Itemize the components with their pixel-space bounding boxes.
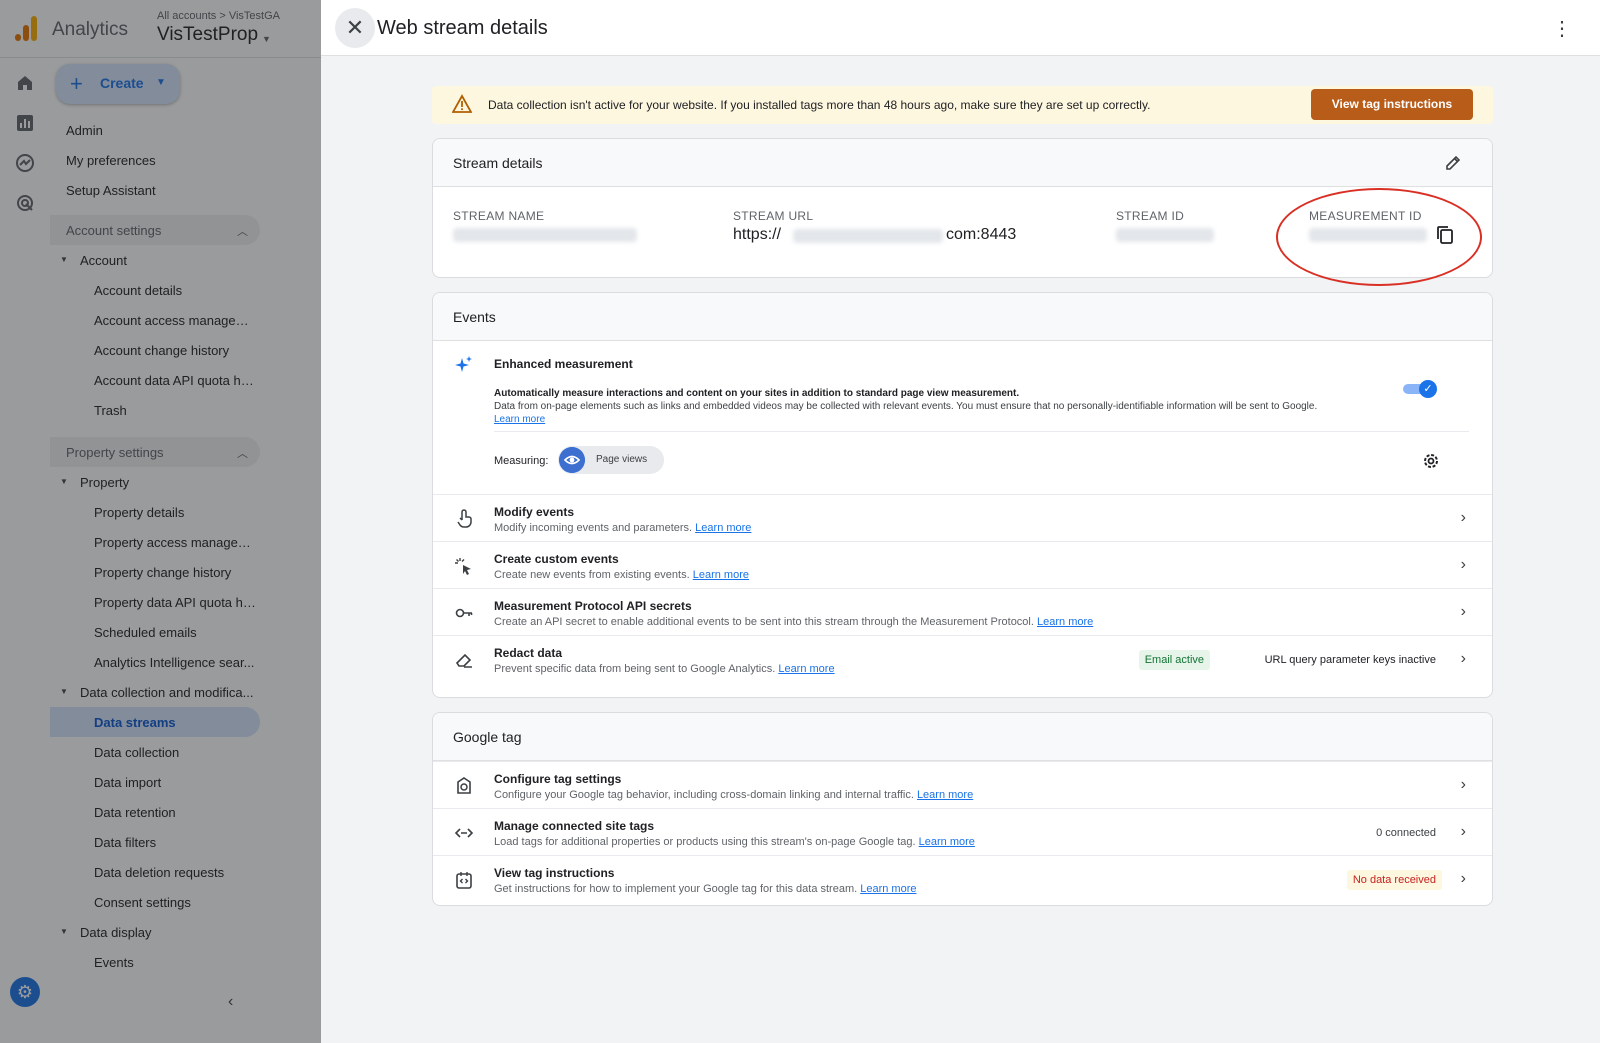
status-badge: Email active	[1138, 650, 1210, 670]
page-views-chip: Page views	[558, 446, 664, 474]
row-title: Measurement Protocol API secrets	[494, 599, 692, 613]
settings-row[interactable]: Manage connected site tags Load tags for …	[433, 808, 1492, 856]
enhanced-measurement-title: Enhanced measurement	[494, 357, 633, 371]
row-description: Create new events from existing events. …	[494, 569, 749, 581]
measuring-label: Measuring:	[494, 455, 549, 467]
row-title: Modify events	[494, 505, 575, 519]
measurement-id-highlight-circle	[1276, 188, 1482, 286]
learn-more-link[interactable]: Learn more	[917, 789, 973, 801]
eye-icon	[559, 447, 585, 473]
google-tag-card: Google tag Configure tag settings Configu…	[432, 712, 1493, 906]
settings-row[interactable]: View tag instructions Get instructions fo…	[433, 855, 1492, 903]
chevron-right-icon: ›	[1460, 823, 1466, 840]
row-description: Configure your Google tag behavior, incl…	[494, 789, 973, 801]
settings-row[interactable]: Measurement Protocol API secrets Create a…	[433, 588, 1492, 636]
drawer-title: Web stream details	[377, 17, 548, 39]
row-title: Redact data	[494, 646, 563, 660]
learn-more-link[interactable]: Learn more	[778, 663, 834, 675]
drawer-header: ✕ Web stream details ⋮	[321, 0, 1600, 56]
learn-more-link[interactable]: Learn more	[919, 836, 975, 848]
learn-more-link[interactable]: Learn more	[860, 883, 916, 895]
row-description-text: Create an API secret to enable additiona…	[494, 616, 1034, 628]
row-title: Create custom events	[494, 552, 619, 566]
events-header: Events	[433, 293, 1492, 341]
chevron-right-icon: ›	[1460, 650, 1466, 667]
learn-more-link[interactable]: Learn more	[693, 569, 749, 581]
row-description: Modify incoming events and parameters. L…	[494, 522, 751, 534]
chevron-right-icon: ›	[1460, 603, 1466, 620]
cursor-click-icon	[455, 558, 471, 575]
settings-row[interactable]: Configure tag settings Configure your Goo…	[433, 761, 1492, 809]
google-tag-header: Google tag	[433, 713, 1492, 761]
view-tag-instructions-button[interactable]: View tag instructions	[1311, 89, 1473, 120]
check-icon: ✓	[1419, 380, 1437, 398]
stream-name-label: STREAM NAME	[453, 209, 545, 223]
row-description-text: Create new events from existing events.	[494, 569, 690, 581]
stream-details-title: Stream details	[453, 155, 543, 171]
row-description: Get instructions for how to implement yo…	[494, 883, 917, 895]
row-description: Load tags for additional properties or p…	[494, 836, 975, 848]
chevron-right-icon: ›	[1460, 556, 1466, 573]
stream-url-label: STREAM URL	[733, 209, 814, 223]
row-title: View tag instructions	[494, 866, 615, 880]
row-description-text: Prevent specific data from being sent to…	[494, 663, 776, 675]
alert-message: Data collection isn't active for your we…	[488, 98, 1151, 112]
settings-row[interactable]: Modify events Modify incoming events and …	[433, 494, 1492, 542]
chevron-right-icon: ›	[1460, 509, 1466, 526]
chevron-right-icon: ›	[1460, 870, 1466, 887]
row-description-text: Get instructions for how to implement yo…	[494, 883, 858, 895]
web-stream-drawer: ✕ Web stream details ⋮ Data collection i…	[321, 0, 1600, 1043]
enhanced-measurement-toggle[interactable]: ✓	[1403, 380, 1437, 398]
row-description-text: Modify incoming events and parameters.	[494, 522, 693, 534]
stream-id-value-redacted	[1116, 228, 1214, 242]
sparkle-icon	[455, 356, 472, 372]
page-views-label: Page views	[596, 454, 648, 465]
divider	[494, 431, 1469, 432]
row-description-text: Load tags for additional properties or p…	[494, 836, 916, 848]
chevron-right-icon: ›	[1460, 776, 1466, 793]
status-badge: No data received	[1346, 870, 1442, 890]
stream-url-prefix: https://	[733, 226, 782, 243]
enhanced-measurement-desc: Automatically measure interactions and c…	[494, 388, 1020, 399]
more-options-icon[interactable]: ⋮	[1552, 16, 1572, 41]
learn-more-link[interactable]: Learn more	[494, 414, 545, 425]
stream-url-suffix: com:8443	[946, 226, 1017, 243]
row-description: Prevent specific data from being sent to…	[494, 663, 835, 675]
stream-name-value-redacted	[453, 228, 637, 242]
settings-row[interactable]: Create custom events Create new events fr…	[433, 541, 1492, 589]
tag-settings-icon	[457, 777, 471, 794]
row-description-text: Configure your Google tag behavior, incl…	[494, 789, 914, 801]
tag-code-icon	[456, 872, 472, 889]
touch-icon	[457, 509, 472, 528]
eraser-icon	[455, 653, 472, 668]
learn-more-link[interactable]: Learn more	[695, 522, 751, 534]
learn-more-link[interactable]: Learn more	[1037, 616, 1093, 628]
enhanced-measurement-notice: Data from on-page elements such as links…	[494, 401, 1318, 412]
close-icon[interactable]: ✕	[335, 8, 375, 48]
stream-id-label: STREAM ID	[1116, 209, 1185, 223]
events-card: Events Enhanced measurement Automaticall…	[432, 292, 1493, 698]
edit-pencil-icon[interactable]	[1444, 154, 1462, 172]
status-badge: URL query parameter keys inactive	[1264, 654, 1436, 666]
google-tag-title: Google tag	[453, 729, 522, 745]
events-title: Events	[453, 309, 496, 325]
row-description: Create an API secret to enable additiona…	[494, 616, 1093, 628]
settings-row[interactable]: Redact data Prevent specific data from be…	[433, 635, 1492, 683]
row-title: Configure tag settings	[494, 772, 622, 786]
row-title: Manage connected site tags	[494, 819, 655, 833]
key-icon	[455, 608, 473, 618]
data-collection-alert: Data collection isn't active for your we…	[432, 86, 1493, 124]
gear-icon[interactable]	[1421, 451, 1441, 471]
stream-url-value-redacted	[793, 229, 943, 243]
stream-details-header: Stream details	[433, 139, 1492, 187]
code-arrows-icon	[454, 828, 474, 838]
warning-icon	[452, 94, 472, 113]
status-badge: 0 connected	[1376, 827, 1436, 839]
